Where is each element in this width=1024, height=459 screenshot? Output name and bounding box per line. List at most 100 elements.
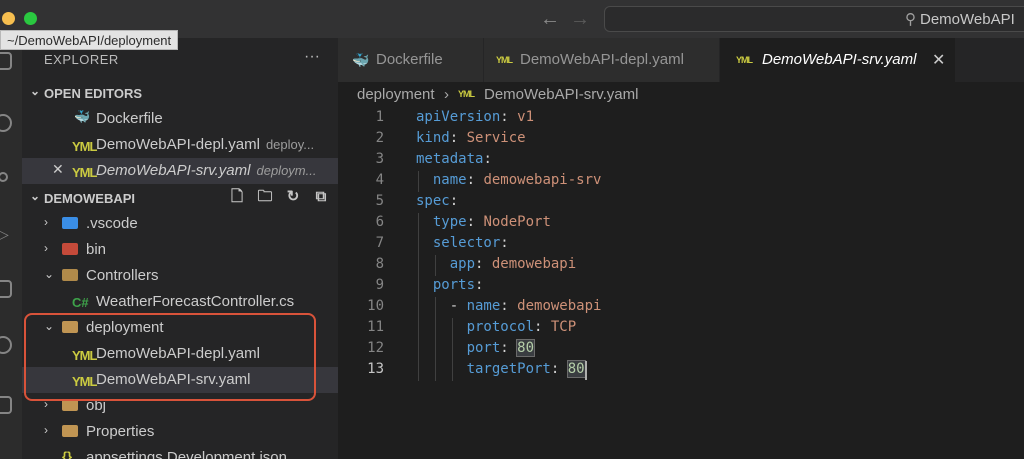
remote-explorer-icon[interactable]: [0, 336, 12, 354]
run-debug-icon[interactable]: ▷: [0, 226, 12, 246]
code-line: 7 selector:: [338, 234, 1024, 255]
back-arrow-icon[interactable]: ←: [540, 8, 560, 31]
maximize-button[interactable]: [24, 12, 37, 25]
tab-dockerfile[interactable]: 🐳 Dockerfile: [338, 38, 484, 82]
code-line: 8 app: demowebapi: [338, 255, 1024, 276]
tree-item-label: WeatherForecastController.cs: [96, 293, 295, 310]
tab-label: DemoWebAPI-srv.yaml: [762, 51, 917, 68]
line-number: 12: [367, 340, 384, 356]
tree-file-controller-cs[interactable]: C# WeatherForecastController.cs: [22, 289, 338, 315]
open-editor-depl-yaml[interactable]: YML DemoWebAPI-depl.yaml deploy...: [22, 132, 338, 158]
folder-open-icon: [62, 321, 78, 333]
open-editor-path: deploym...: [256, 163, 317, 178]
forward-arrow-icon[interactable]: →: [570, 8, 590, 31]
command-center-search[interactable]: ⚲ DemoWebAPI: [604, 6, 1024, 32]
open-editor-label: Dockerfile: [96, 110, 163, 127]
line-number: 9: [375, 277, 384, 293]
search-icon: ⚲: [905, 11, 916, 28]
docker-icon: 🐳: [74, 109, 91, 124]
tree-item-label: deployment: [86, 319, 164, 336]
open-editors-header[interactable]: ⌄ OPEN EDITORS: [22, 83, 338, 105]
json-icon: {}: [62, 449, 73, 459]
code-line: 6 type: NodePort: [338, 213, 1024, 234]
tree-folder-properties[interactable]: › Properties: [22, 419, 338, 445]
line-number: 10: [367, 298, 384, 314]
yaml-key: kind: [416, 130, 450, 146]
yaml-icon: YML: [72, 374, 97, 389]
tree-item-label: bin: [86, 241, 107, 258]
collapse-all-icon[interactable]: ⧉: [312, 188, 330, 206]
tree-item-label: obj: [86, 397, 107, 414]
close-icon[interactable]: ✕: [932, 50, 945, 70]
docker-icon: 🐳: [352, 52, 370, 68]
explorer-icon[interactable]: [0, 52, 12, 70]
tree-item-label: Properties: [86, 423, 155, 440]
code-line: 4 name: demowebapi-srv: [338, 171, 1024, 192]
new-file-icon[interactable]: 🗋: [228, 188, 246, 206]
line-number: 8: [375, 256, 384, 272]
open-editor-srv-yaml[interactable]: ✕ YML DemoWebAPI-srv.yaml deploym...: [22, 158, 338, 184]
close-icon[interactable]: ✕: [52, 161, 64, 178]
yaml-icon: YML: [496, 55, 513, 65]
line-number: 4: [375, 172, 384, 188]
tree-folder-bin[interactable]: › bin: [22, 237, 338, 263]
new-folder-icon[interactable]: 🗀: [256, 188, 274, 206]
tree-folder-obj[interactable]: › obj: [22, 393, 338, 419]
more-actions-icon[interactable]: ···: [304, 48, 320, 66]
code-line: 2 kind: Service: [338, 129, 1024, 150]
search-activity-icon[interactable]: [0, 114, 12, 132]
yaml-key: app: [449, 256, 476, 272]
command-center-label: DemoWebAPI: [920, 11, 1015, 28]
tab-depl-yaml[interactable]: YML DemoWebAPI-depl.yaml: [484, 38, 720, 82]
folder-open-icon: [62, 269, 78, 281]
yaml-key: name: [432, 172, 467, 188]
testing-icon[interactable]: [0, 396, 12, 414]
open-editor-dockerfile[interactable]: 🐳 Dockerfile: [22, 106, 338, 132]
source-control-icon[interactable]: [0, 172, 8, 182]
open-editor-label: DemoWebAPI-srv.yaml: [96, 162, 251, 179]
yaml-value: v1: [517, 109, 535, 125]
chevron-right-icon: ›: [44, 215, 48, 229]
yaml-value: TCP: [550, 319, 577, 335]
code-line-current: 13 targetPort: 80: [338, 360, 1024, 381]
yaml-key: metadata: [416, 151, 484, 167]
chevron-down-icon: ⌄: [30, 84, 41, 98]
tree-file-depl-yaml[interactable]: YML DemoWebAPI-depl.yaml: [22, 341, 338, 367]
tree-item-label: DemoWebAPI-srv.yaml: [96, 371, 251, 388]
yaml-icon: YML: [458, 89, 475, 99]
workspace-label: DEMOWEBAPI: [44, 191, 135, 206]
refresh-icon[interactable]: ↻: [284, 188, 302, 206]
yaml-value: demowebapi: [517, 298, 602, 314]
tree-folder-controllers[interactable]: ⌄ Controllers: [22, 263, 338, 289]
tab-srv-yaml[interactable]: YML DemoWebAPI-srv.yaml ✕: [720, 38, 956, 82]
chevron-right-icon: ›: [44, 397, 48, 411]
code-line: 5 spec:: [338, 192, 1024, 213]
yaml-value: demowebapi: [491, 256, 577, 272]
tree-file-appsettings-dev[interactable]: {} appsettings.Development.json: [22, 445, 338, 459]
code-line: 12 port: 80: [338, 339, 1024, 360]
yaml-key: protocol: [466, 319, 535, 335]
workspace-header[interactable]: ⌄ DEMOWEBAPI 🗋 🗀 ↻ ⧉: [22, 188, 338, 210]
tree-file-srv-yaml[interactable]: YML DemoWebAPI-srv.yaml: [22, 367, 338, 393]
tree-folder-deployment[interactable]: ⌄ deployment: [22, 315, 338, 341]
breadcrumb: deployment › YML DemoWebAPI-srv.yaml: [338, 82, 1024, 108]
chevron-down-icon: ⌄: [44, 267, 55, 281]
breadcrumb-folder[interactable]: deployment: [357, 86, 435, 103]
tree-folder-vscode[interactable]: › .vscode: [22, 211, 338, 237]
tree-item-label: .vscode: [86, 215, 138, 232]
text-cursor: [585, 361, 587, 380]
yaml-icon: YML: [72, 165, 97, 180]
code-line: 10 - name: demowebapi: [338, 297, 1024, 318]
chevron-right-icon: ›: [44, 423, 48, 437]
line-number: 7: [375, 235, 384, 251]
tree-item-label: DemoWebAPI-depl.yaml: [96, 345, 260, 362]
code-editor[interactable]: 1 apiVersion: v1 2 kind: Service 3 metad…: [338, 108, 1024, 459]
line-number: 2: [375, 130, 384, 146]
explorer-sidebar: EXPLORER ··· ⌄ OPEN EDITORS 🐳 Dockerfile…: [22, 38, 338, 459]
line-number: 11: [367, 319, 384, 335]
breadcrumb-file[interactable]: DemoWebAPI-srv.yaml: [484, 86, 638, 103]
minimize-button[interactable]: [2, 12, 15, 25]
tab-label: DemoWebAPI-depl.yaml: [520, 51, 684, 68]
yaml-value: demowebapi-srv: [483, 172, 602, 188]
extensions-icon[interactable]: [0, 280, 12, 298]
